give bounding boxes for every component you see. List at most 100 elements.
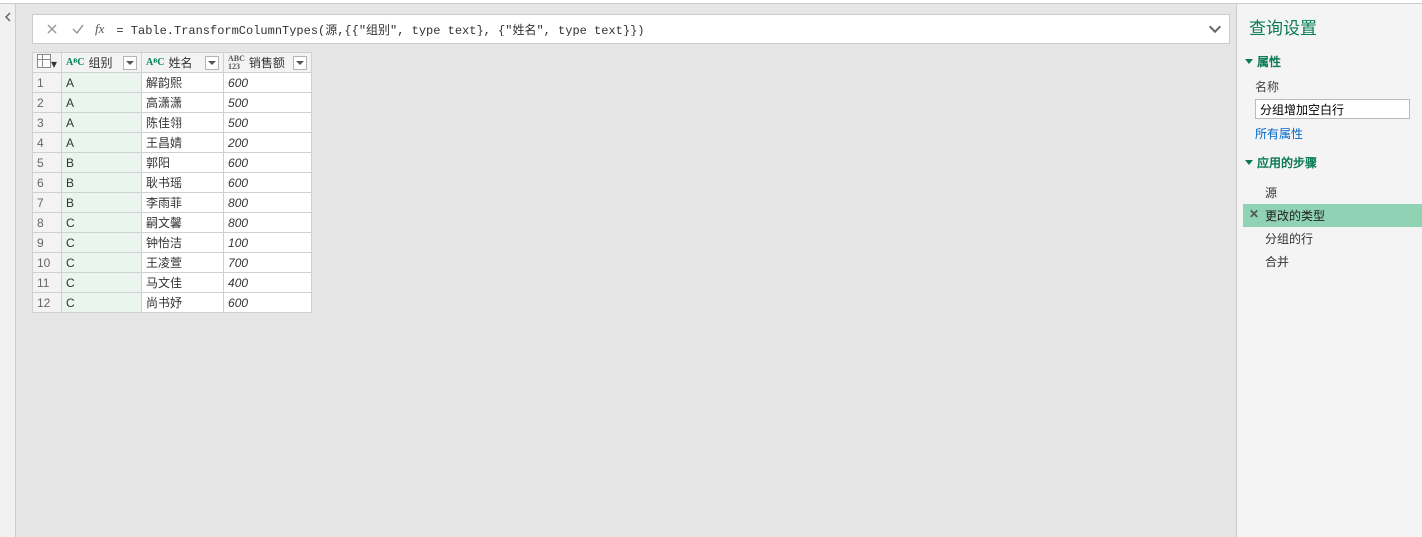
cell-name[interactable]: 王昌婧 <box>142 133 224 153</box>
row-number: 2 <box>33 93 62 113</box>
cell-name[interactable]: 嗣文馨 <box>142 213 224 233</box>
applied-step[interactable]: 分组的行 <box>1243 227 1422 250</box>
applied-step[interactable]: 源 <box>1243 181 1422 204</box>
table-row[interactable]: 9C钟怡洁100 <box>33 233 312 253</box>
table-row[interactable]: 3A陈佳翎500 <box>33 113 312 133</box>
section-label: 应用的步骤 <box>1257 154 1317 171</box>
cell-sales[interactable]: 100 <box>224 233 312 253</box>
row-number: 3 <box>33 113 62 133</box>
grid-corner[interactable]: ▾ <box>33 53 62 73</box>
step-label: 合并 <box>1265 255 1289 269</box>
cell-name[interactable]: 解韵熙 <box>142 73 224 93</box>
cell-group[interactable]: C <box>62 233 142 253</box>
cell-sales[interactable]: 600 <box>224 293 312 313</box>
table-row[interactable]: 11C马文佳400 <box>33 273 312 293</box>
formula-cancel-button[interactable] <box>43 20 61 38</box>
step-label: 分组的行 <box>1265 232 1313 246</box>
cell-name[interactable]: 陈佳翎 <box>142 113 224 133</box>
row-number: 9 <box>33 233 62 253</box>
expand-triangle-icon <box>1245 59 1253 64</box>
cell-group[interactable]: B <box>62 153 142 173</box>
cell-name[interactable]: 耿书瑶 <box>142 173 224 193</box>
cell-sales[interactable]: 500 <box>224 113 312 133</box>
column-filter-button[interactable] <box>123 56 137 70</box>
delete-step-icon[interactable]: ✕ <box>1249 207 1259 221</box>
type-icon-text: AᴮC <box>66 57 84 68</box>
table-row[interactable]: 2A高潇潇500 <box>33 93 312 113</box>
table-row[interactable]: 12C尚书妤600 <box>33 293 312 313</box>
formula-confirm-button[interactable] <box>69 20 87 38</box>
cell-group[interactable]: A <box>62 93 142 113</box>
cell-sales[interactable]: 200 <box>224 133 312 153</box>
expand-triangle-icon <box>1245 160 1253 165</box>
left-collapse-rail[interactable] <box>0 4 16 537</box>
type-icon-any: ABC123 <box>228 55 245 71</box>
column-header-name[interactable]: AᴮC 姓名 <box>142 53 224 73</box>
table-row[interactable]: 7B李雨菲800 <box>33 193 312 213</box>
table-row[interactable]: 10C王凌萱700 <box>33 253 312 273</box>
cell-name[interactable]: 钟怡洁 <box>142 233 224 253</box>
step-label: 源 <box>1265 186 1277 200</box>
row-number: 5 <box>33 153 62 173</box>
applied-steps-list: 源 ✕更改的类型分组的行合并 <box>1243 181 1422 273</box>
column-header-sales[interactable]: ABC123 销售额 <box>224 53 312 73</box>
cell-sales[interactable]: 800 <box>224 213 312 233</box>
row-number: 4 <box>33 133 62 153</box>
type-icon-text: AᴮC <box>146 57 164 68</box>
applied-step[interactable]: 合并 <box>1243 250 1422 273</box>
cell-name[interactable]: 尚书妤 <box>142 293 224 313</box>
cell-sales[interactable]: 600 <box>224 173 312 193</box>
column-header-group[interactable]: AᴮC 组别 <box>62 53 142 73</box>
row-number: 11 <box>33 273 62 293</box>
all-properties-link[interactable]: 所有属性 <box>1255 125 1303 142</box>
row-number: 7 <box>33 193 62 213</box>
row-number: 6 <box>33 173 62 193</box>
formula-input[interactable] <box>112 22 1199 36</box>
table-row[interactable]: 6B耿书瑶600 <box>33 173 312 193</box>
cell-name[interactable]: 王凌萱 <box>142 253 224 273</box>
query-name-input[interactable] <box>1255 99 1410 119</box>
name-label: 名称 <box>1255 78 1410 95</box>
panel-title: 查询设置 <box>1237 4 1422 49</box>
table-row[interactable]: 1A解韵熙600 <box>33 73 312 93</box>
cell-sales[interactable]: 500 <box>224 93 312 113</box>
data-grid[interactable]: ▾ AᴮC 组别 AᴮC 姓名 <box>32 52 312 313</box>
row-number: 12 <box>33 293 62 313</box>
table-icon <box>37 54 51 68</box>
column-label: 姓名 <box>168 54 201 71</box>
cell-sales[interactable]: 800 <box>224 193 312 213</box>
fx-icon: fx <box>95 21 104 37</box>
cell-group[interactable]: C <box>62 293 142 313</box>
column-label: 组别 <box>88 54 119 71</box>
cell-group[interactable]: A <box>62 73 142 93</box>
cell-name[interactable]: 高潇潇 <box>142 93 224 113</box>
cell-group[interactable]: B <box>62 173 142 193</box>
cell-sales[interactable]: 600 <box>224 73 312 93</box>
cell-name[interactable]: 李雨菲 <box>142 193 224 213</box>
applied-step[interactable]: ✕更改的类型 <box>1243 204 1422 227</box>
table-row[interactable]: 8C嗣文馨800 <box>33 213 312 233</box>
column-filter-button[interactable] <box>293 56 307 70</box>
column-label: 销售额 <box>249 54 289 71</box>
section-properties-header[interactable]: 属性 <box>1237 49 1422 74</box>
query-settings-panel: 查询设置 属性 名称 所有属性 应用的步骤 源 ✕更改的类型分组的行合并 <box>1236 4 1422 537</box>
cell-name[interactable]: 郭阳 <box>142 153 224 173</box>
cell-group[interactable]: C <box>62 213 142 233</box>
cell-sales[interactable]: 700 <box>224 253 312 273</box>
cell-group[interactable]: A <box>62 113 142 133</box>
cell-group[interactable]: C <box>62 253 142 273</box>
row-number: 10 <box>33 253 62 273</box>
cell-sales[interactable]: 600 <box>224 153 312 173</box>
cell-group[interactable]: C <box>62 273 142 293</box>
formula-bar: fx <box>32 14 1230 44</box>
cell-name[interactable]: 马文佳 <box>142 273 224 293</box>
formula-expand-button[interactable] <box>1207 21 1223 37</box>
table-row[interactable]: 4A王昌婧200 <box>33 133 312 153</box>
cell-group[interactable]: A <box>62 133 142 153</box>
cell-group[interactable]: B <box>62 193 142 213</box>
cell-sales[interactable]: 400 <box>224 273 312 293</box>
table-row[interactable]: 5B郭阳600 <box>33 153 312 173</box>
section-steps-header[interactable]: 应用的步骤 <box>1237 150 1422 175</box>
row-number: 1 <box>33 73 62 93</box>
column-filter-button[interactable] <box>205 56 219 70</box>
